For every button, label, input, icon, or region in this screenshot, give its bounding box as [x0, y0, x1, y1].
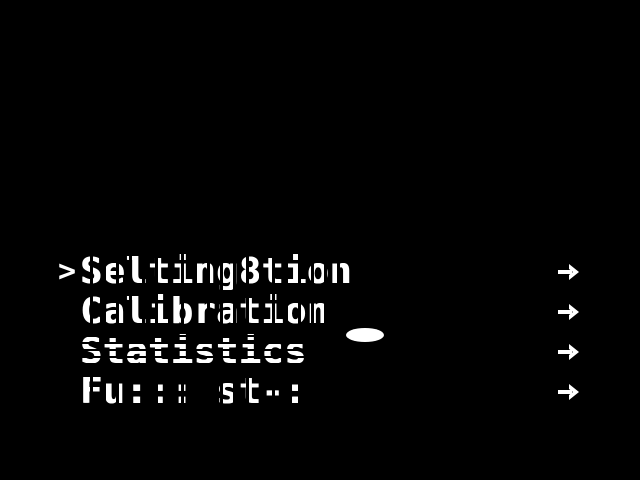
main-menu: > Selting8tion Calibration Statistics Fu…: [58, 252, 598, 412]
game-screen: > Selting8tion Calibration Statistics Fu…: [0, 0, 640, 480]
menu-item-label: Statistics: [80, 334, 307, 370]
right-arrow-icon: [558, 304, 579, 320]
menu-item-calibration[interactable]: Calibration: [58, 292, 598, 332]
menu-item-statistics[interactable]: Statistics: [58, 332, 598, 372]
right-arrow-icon: [558, 384, 579, 400]
menu-item-fourth[interactable]: Fu::: st-:: [58, 372, 598, 412]
menu-item-label: Calibration: [80, 294, 330, 330]
right-arrow-icon: [558, 264, 579, 280]
pixel-glitch-artifact: [346, 328, 384, 342]
menu-item-label: Fu::: st-:: [80, 374, 307, 410]
selection-cursor: >: [58, 254, 77, 289]
right-arrow-icon: [558, 344, 579, 360]
menu-item-setting[interactable]: > Selting8tion: [58, 252, 598, 292]
menu-item-label: Selting8tion: [80, 254, 353, 290]
